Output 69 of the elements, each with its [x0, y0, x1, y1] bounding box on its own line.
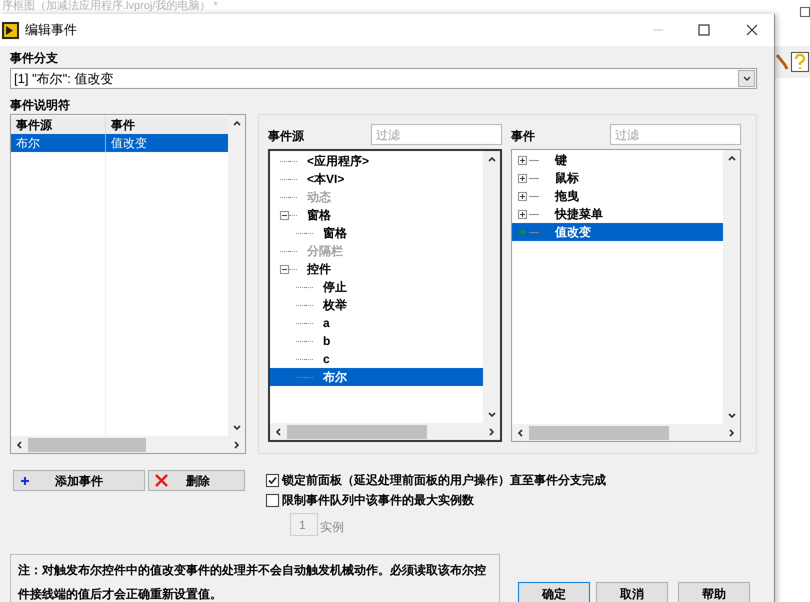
chevron-right-icon[interactable] [232, 440, 242, 450]
chevron-left-icon[interactable] [515, 428, 525, 438]
filter-field[interactable]: 过滤 [610, 124, 741, 145]
window-title: 序框图（加减法应用程序.lvproj/我的电脑） * [2, 0, 218, 13]
column-header[interactable]: 事件 [106, 116, 228, 134]
option-label: 限制事件队列中该事件的最大实例数 [282, 492, 474, 509]
dialog-title: 编辑事件 [25, 21, 77, 40]
tree-item[interactable]: 停止 [270, 278, 483, 296]
help-icon[interactable] [791, 52, 809, 72]
app-icon [2, 22, 19, 38]
chevron-left-icon[interactable] [14, 440, 24, 450]
tree-item[interactable]: 值改变 [512, 223, 723, 241]
maximize-icon[interactable] [698, 24, 710, 36]
event-case-dropdown[interactable]: [1] "布尔": 值改变 [10, 68, 757, 89]
scrollbar-thumb[interactable] [28, 438, 146, 452]
tree-item[interactable]: 快捷菜单 [512, 205, 723, 223]
panel-label: 事件源 [268, 128, 304, 145]
checkbox[interactable] [266, 494, 279, 506]
chevron-down-icon[interactable] [726, 411, 736, 421]
table-row[interactable]: 布尔 值改变 [11, 134, 228, 152]
tree-item[interactable]: 窗格 [270, 206, 483, 224]
expand-icon[interactable] [518, 156, 527, 164]
section-label: 事件分支 [10, 50, 59, 66]
maximize-icon[interactable] [800, 7, 810, 17]
tree-item[interactable]: 窗格 [270, 224, 483, 242]
tree-item[interactable]: 鼠标 [512, 169, 723, 187]
tree-item[interactable]: c [270, 350, 483, 368]
chevron-down-icon [742, 74, 752, 84]
filter-field[interactable]: 过滤 [371, 124, 502, 145]
chevron-up-icon[interactable] [232, 118, 242, 128]
tree-item[interactable]: 控件 [270, 260, 483, 278]
option-label: 锁定前面板（延迟处理前面板的用户操作）直至事件分支完成 [282, 472, 606, 489]
collapse-icon[interactable] [280, 210, 289, 220]
collapse-icon[interactable] [280, 264, 289, 274]
tree-item[interactable]: a [270, 314, 483, 332]
tree-item[interactable]: 拖曳 [512, 187, 723, 205]
checkbox[interactable] [266, 474, 279, 486]
x-icon [155, 474, 168, 487]
chevron-up-icon[interactable] [486, 154, 496, 164]
scrollbar-thumb[interactable] [287, 424, 427, 438]
expand-icon[interactable] [518, 174, 527, 182]
chevron-left-icon[interactable] [273, 426, 283, 436]
chevron-right-icon[interactable] [487, 426, 497, 436]
chevron-down-icon[interactable] [232, 423, 242, 433]
tree-item[interactable]: b [270, 332, 483, 350]
dialog-button[interactable]: 帮助 [678, 582, 750, 602]
section-label: 事件说明符 [10, 97, 71, 113]
unit-label: 实例 [320, 519, 344, 536]
add-button[interactable]: 添加事件 [13, 470, 145, 491]
arrow-icon [518, 229, 527, 235]
check-icon [267, 474, 278, 486]
dialog-button[interactable]: 取消 [596, 582, 668, 602]
chevron-right-icon[interactable] [727, 428, 737, 438]
expand-icon[interactable] [518, 192, 527, 200]
note-text: 注：对触发布尔控件中的值改变事件的处理并不会自动触发机械动作。必须读取该布尔控件接线端的值后才会正确重新设置值。 [18, 563, 486, 601]
scrollbar-thumb[interactable] [529, 426, 669, 440]
chevron-up-icon[interactable] [726, 153, 736, 163]
delete-button[interactable]: 删除 [148, 470, 245, 491]
tree-item[interactable]: <应用程序> [270, 152, 483, 170]
expand-icon[interactable] [518, 210, 527, 218]
tree-item[interactable]: 枚举 [270, 296, 483, 314]
chevron-down-icon[interactable] [486, 410, 496, 420]
tree-item[interactable]: 键 [512, 151, 723, 169]
dialog-button[interactable]: 确定 [518, 582, 590, 602]
panel-label: 事件 [511, 128, 535, 145]
plus-icon [20, 476, 30, 486]
close-icon[interactable] [746, 24, 758, 36]
tree-item[interactable]: 布尔 [270, 368, 483, 386]
tree-item[interactable]: <本VI> [270, 170, 483, 188]
